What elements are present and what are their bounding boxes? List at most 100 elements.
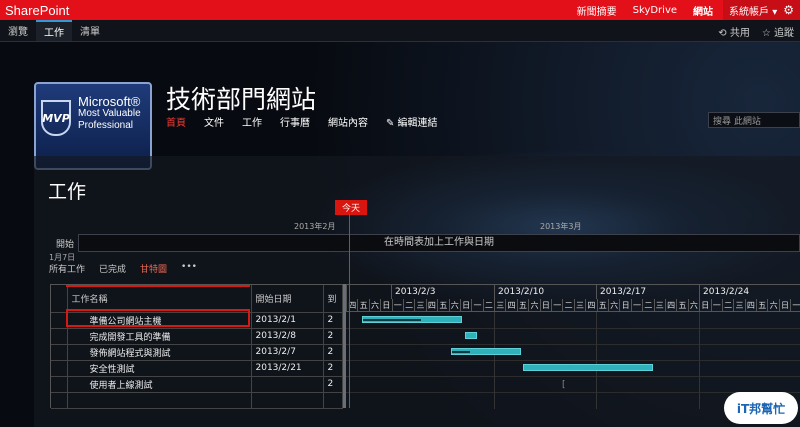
table-row[interactable] (51, 392, 343, 409)
day-cell: 六 (767, 299, 779, 312)
task-due[interactable]: 2 (323, 344, 343, 361)
gantt-bar[interactable] (451, 348, 521, 355)
task-due[interactable] (323, 392, 343, 409)
gantt-bar[interactable] (362, 316, 462, 323)
task-start[interactable]: 2013/2/21 (251, 360, 324, 377)
day-cell: 五 (357, 299, 369, 312)
day-cell: 三 (653, 299, 665, 312)
table-row[interactable]: 發佈網站程式與測試 2013/2/7 2 (51, 344, 343, 361)
day-cell: 四 (664, 299, 677, 312)
task-start[interactable] (251, 376, 324, 393)
column-highlight (66, 285, 250, 287)
grid-col-check[interactable] (51, 285, 68, 313)
day-cell: 六 (528, 299, 540, 312)
day-cell: 四 (585, 299, 597, 312)
task-due[interactable]: 2 (323, 312, 343, 329)
logo-line-1: Microsoft® (78, 94, 141, 109)
grid-col-due[interactable]: 到 (323, 285, 343, 313)
today-line (349, 214, 350, 408)
more-views-button[interactable]: ••• (181, 262, 197, 275)
task-start[interactable]: 2013/2/8 (251, 328, 324, 345)
nav-calendar[interactable]: 行事曆 (280, 114, 310, 129)
table-row[interactable]: 使用者上線測試 2 (51, 376, 343, 393)
follow-button[interactable]: ☆ 追蹤 (762, 24, 794, 39)
logo-line-3: Professional (78, 120, 134, 131)
day-cell: 一 (551, 299, 563, 312)
view-completed[interactable]: 已完成 (99, 262, 126, 275)
brand-label[interactable]: SharePoint (0, 3, 577, 18)
day-cell: 一 (630, 299, 643, 312)
logo-text: Microsoft® Most Valuable Professional (78, 94, 141, 132)
tab-list[interactable]: 清單 (72, 20, 108, 41)
task-name[interactable]: 使用者上線測試 (67, 376, 252, 393)
nav-home[interactable]: 首頁 (166, 114, 186, 129)
day-cell: 日 (699, 299, 711, 312)
day-cell: 六 (687, 299, 700, 312)
task-name[interactable]: 安全性測試 (67, 360, 252, 377)
today-marker: 今天 (335, 200, 368, 215)
task-start[interactable]: 2013/2/7 (251, 344, 324, 361)
task-name[interactable]: 完成開發工具的準備 (67, 328, 252, 345)
account-menu[interactable]: 系統帳戶 ▾ ⚙ (723, 0, 800, 20)
gear-icon[interactable]: ⚙ (783, 3, 794, 17)
ribbon: 瀏覽 工作 清單 ⟲ 共用 ☆ 追蹤 (0, 20, 800, 42)
tab-tasks[interactable]: 工作 (36, 20, 72, 41)
table-row[interactable]: 安全性測試 2013/2/21 2 (51, 360, 343, 377)
day-cell: 五 (596, 299, 608, 312)
task-due[interactable]: 2 (323, 376, 343, 393)
row-check[interactable] (51, 328, 68, 345)
day-cell: 四 (425, 299, 438, 312)
timeline-bar[interactable]: 在時間表加上工作與日期 (78, 234, 800, 252)
day-cell: 四 (346, 299, 358, 312)
grid-col-name[interactable]: 工作名稱 (67, 285, 252, 313)
link-newsfeed[interactable]: 新聞摘要 (577, 3, 617, 18)
nav-tasks[interactable]: 工作 (242, 114, 262, 129)
task-start[interactable] (251, 392, 324, 409)
page-title: 工作 (48, 181, 87, 203)
nav-documents[interactable]: 文件 (204, 114, 224, 129)
task-due[interactable]: 2 (323, 360, 343, 377)
task-start[interactable]: 2013/2/1 (251, 312, 324, 329)
row-check[interactable] (51, 392, 68, 409)
task-name[interactable] (67, 392, 252, 409)
day-cell: 四 (505, 299, 517, 312)
view-all-tasks[interactable]: 所有工作 (49, 262, 85, 275)
row-check[interactable] (51, 376, 68, 393)
task-due[interactable]: 2 (323, 328, 343, 345)
tab-browse[interactable]: 瀏覽 (0, 20, 36, 41)
row-check[interactable] (51, 312, 68, 329)
gantt-bar[interactable] (465, 332, 477, 339)
row-check[interactable] (51, 360, 68, 377)
day-cell: 一 (471, 299, 483, 312)
day-cell: 三 (494, 299, 506, 312)
link-skydrive[interactable]: SkyDrive (633, 5, 677, 16)
day-cell: 五 (756, 299, 768, 312)
day-cell: 三 (733, 299, 745, 312)
edit-links[interactable]: ✎ 編輯連結 (386, 114, 438, 129)
view-gantt[interactable]: 甘特圖 (140, 262, 167, 275)
account-label[interactable]: 系統帳戶 ▾ (729, 3, 777, 18)
gantt-milestone[interactable]: [ (562, 380, 566, 390)
row-check[interactable] (51, 344, 68, 361)
site-title[interactable]: 技術部門網站 (166, 80, 316, 116)
selected-cell (66, 309, 250, 327)
link-sites[interactable]: 網站 (693, 3, 713, 18)
search-input[interactable]: 搜尋 此網站 (708, 112, 800, 128)
grid-col-start[interactable]: 開始日期 (251, 285, 324, 313)
suite-bar: SharePoint 新聞摘要 SkyDrive 網站 系統帳戶 ▾ ⚙ (0, 0, 800, 20)
day-cell: 六 (448, 299, 460, 312)
table-row[interactable]: 完成開發工具的準備 2013/2/8 2 (51, 328, 343, 345)
month-label-mar: 2013年3月 (540, 222, 582, 231)
day-cell: 三 (414, 299, 426, 312)
task-name[interactable]: 發佈網站程式與測試 (67, 344, 252, 361)
share-button[interactable]: ⟲ 共用 (718, 24, 750, 39)
follow-label: 追蹤 (774, 27, 794, 39)
share-icon: ⟲ (718, 27, 727, 39)
nav-site-contents[interactable]: 網站內容 (328, 114, 368, 129)
day-cell: 五 (676, 299, 688, 312)
gantt-bar[interactable] (523, 364, 653, 371)
day-cell: 二 (402, 299, 415, 312)
day-cell: 四 (744, 299, 757, 312)
watermark-logo: iT邦幫忙 (724, 392, 798, 424)
star-icon: ☆ (761, 27, 771, 39)
